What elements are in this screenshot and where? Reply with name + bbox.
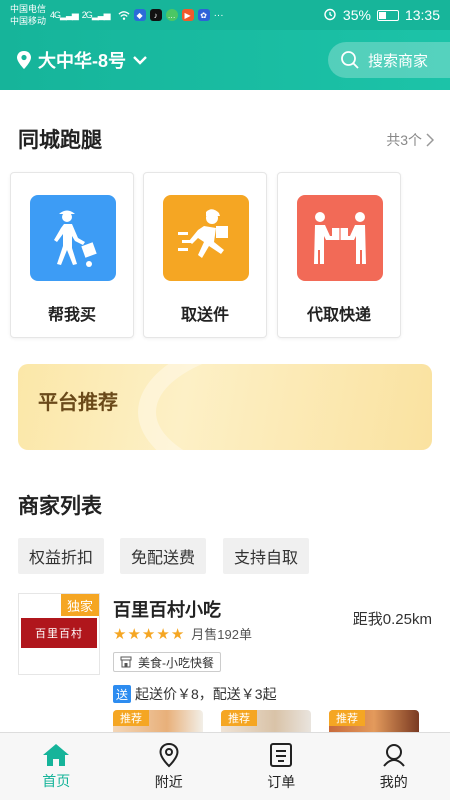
tab-orders-label: 订单: [267, 773, 296, 790]
delivery-info: 送 起送价￥8，配送￥3起: [113, 684, 277, 704]
service-label-buy: 帮我买: [47, 307, 96, 324]
tab-home[interactable]: 首页: [0, 733, 113, 800]
location-name: 大中华-8号: [38, 51, 127, 71]
tab-mine-label: 我的: [379, 773, 408, 790]
tab-nearby[interactable]: 附近: [113, 733, 226, 800]
status-bar: 中国电信 中国移动 4G▂▃▅ 2G▂▃▅ ◆ ♪ … ▶ ✿ ··· 35% …: [0, 0, 450, 30]
service-card-delivery[interactable]: 取送件: [143, 172, 267, 338]
merchant-section-title: 商家列表: [18, 495, 102, 518]
dish-thumbnail-1[interactable]: 推荐: [113, 710, 203, 734]
location-pin-icon: [17, 51, 31, 69]
merchant-rating: ★ ★ ★ ★ ★ 月售192单: [113, 624, 252, 643]
filter-discount[interactable]: 权益折扣: [18, 538, 105, 574]
merchant-logo-image: 百里百村: [21, 618, 97, 648]
filter-self-pickup[interactable]: 支持自取: [223, 538, 310, 574]
signal-2: 2G▂▃▅: [81, 9, 111, 20]
battery-icon: [376, 9, 399, 21]
merchant-category-tag: 美食-小吃快餐: [113, 652, 221, 672]
tiktok-icon: ♪: [149, 9, 162, 21]
location-selector[interactable]: 大中华-8号: [16, 47, 148, 73]
service-card-express[interactable]: 代取快递: [277, 172, 401, 338]
merchant-name[interactable]: 百里百村小吃: [113, 596, 221, 622]
runner-icon: [163, 195, 249, 281]
dish-thumbnail-3[interactable]: 推荐: [329, 710, 419, 734]
search-placeholder: 搜索商家: [368, 52, 429, 70]
platform-recommend-banner[interactable]: 平台推荐: [18, 364, 432, 450]
recommend-tag: 推荐: [329, 710, 365, 726]
app-shield-icon: ◆: [133, 9, 146, 21]
filter-free-delivery[interactable]: 免配送费: [120, 538, 207, 574]
user-icon: [382, 743, 405, 767]
carrier-1: 中国电信: [10, 4, 47, 14]
monthly-sales: 月售192单: [191, 627, 252, 642]
search-bar[interactable]: 搜索商家: [328, 42, 450, 78]
tab-orders[interactable]: 订单: [225, 733, 338, 800]
home-icon: [43, 743, 70, 766]
wifi-icon: [118, 9, 130, 21]
search-icon: [341, 51, 359, 69]
video-app-icon: ▶: [181, 9, 194, 21]
service-card-buy[interactable]: 帮我买: [10, 172, 134, 338]
more-notifications-icon: ···: [213, 9, 224, 21]
star-icon: ★: [141, 625, 156, 643]
shop-icon: [120, 656, 132, 668]
service-label-delivery: 取送件: [180, 307, 229, 324]
cart-person-icon: [30, 195, 116, 281]
package-handover-icon: [297, 195, 383, 281]
service-label-express: 代取快递: [306, 307, 371, 324]
star-icon: ★: [113, 625, 127, 643]
clock: 13:35: [404, 7, 440, 23]
carrier-info: 中国电信 中国移动: [10, 3, 46, 27]
alarm-icon: [323, 7, 337, 24]
errand-section-title: 同城跑腿: [18, 129, 102, 152]
delivery-badge: 送: [113, 685, 131, 703]
delivery-fee-text: 起送价￥8，配送￥3起: [135, 686, 277, 702]
recommend-tag: 推荐: [221, 710, 257, 726]
star-icon: ★: [127, 625, 141, 643]
errand-count: 共3个: [386, 132, 422, 148]
tab-mine[interactable]: 我的: [338, 733, 450, 800]
message-icon: …: [165, 9, 178, 21]
chevron-right-icon: [426, 133, 434, 147]
banner-title: 平台推荐: [38, 392, 118, 414]
star-icon: ★: [156, 625, 170, 643]
carrier-2: 中国移动: [10, 16, 47, 26]
battery-percent: 35%: [342, 7, 371, 23]
bottom-tab-bar: 首页 附近 订单 我的: [0, 732, 450, 800]
merchant-category: 美食-小吃快餐: [138, 655, 214, 670]
baidu-icon: ✿: [197, 9, 210, 21]
star-icon: ★: [170, 625, 185, 643]
order-list-icon: [270, 742, 293, 767]
exclusive-badge: 独家: [61, 594, 99, 616]
merchant-distance: 距我0.25km: [352, 611, 432, 628]
location-pin-icon: [159, 742, 179, 767]
signal-1: 4G▂▃▅: [50, 9, 79, 20]
errand-more-link[interactable]: 共3个: [386, 130, 434, 150]
merchant-logo[interactable]: 百里百村 独家: [18, 593, 100, 675]
chevron-down-icon: [133, 56, 147, 65]
recommend-tag: 推荐: [113, 710, 149, 726]
app-header: 大中华-8号 搜索商家: [0, 30, 450, 90]
tab-home-label: 首页: [42, 772, 71, 789]
dish-thumbnail-2[interactable]: 推荐: [221, 710, 311, 734]
tab-nearby-label: 附近: [154, 773, 183, 790]
